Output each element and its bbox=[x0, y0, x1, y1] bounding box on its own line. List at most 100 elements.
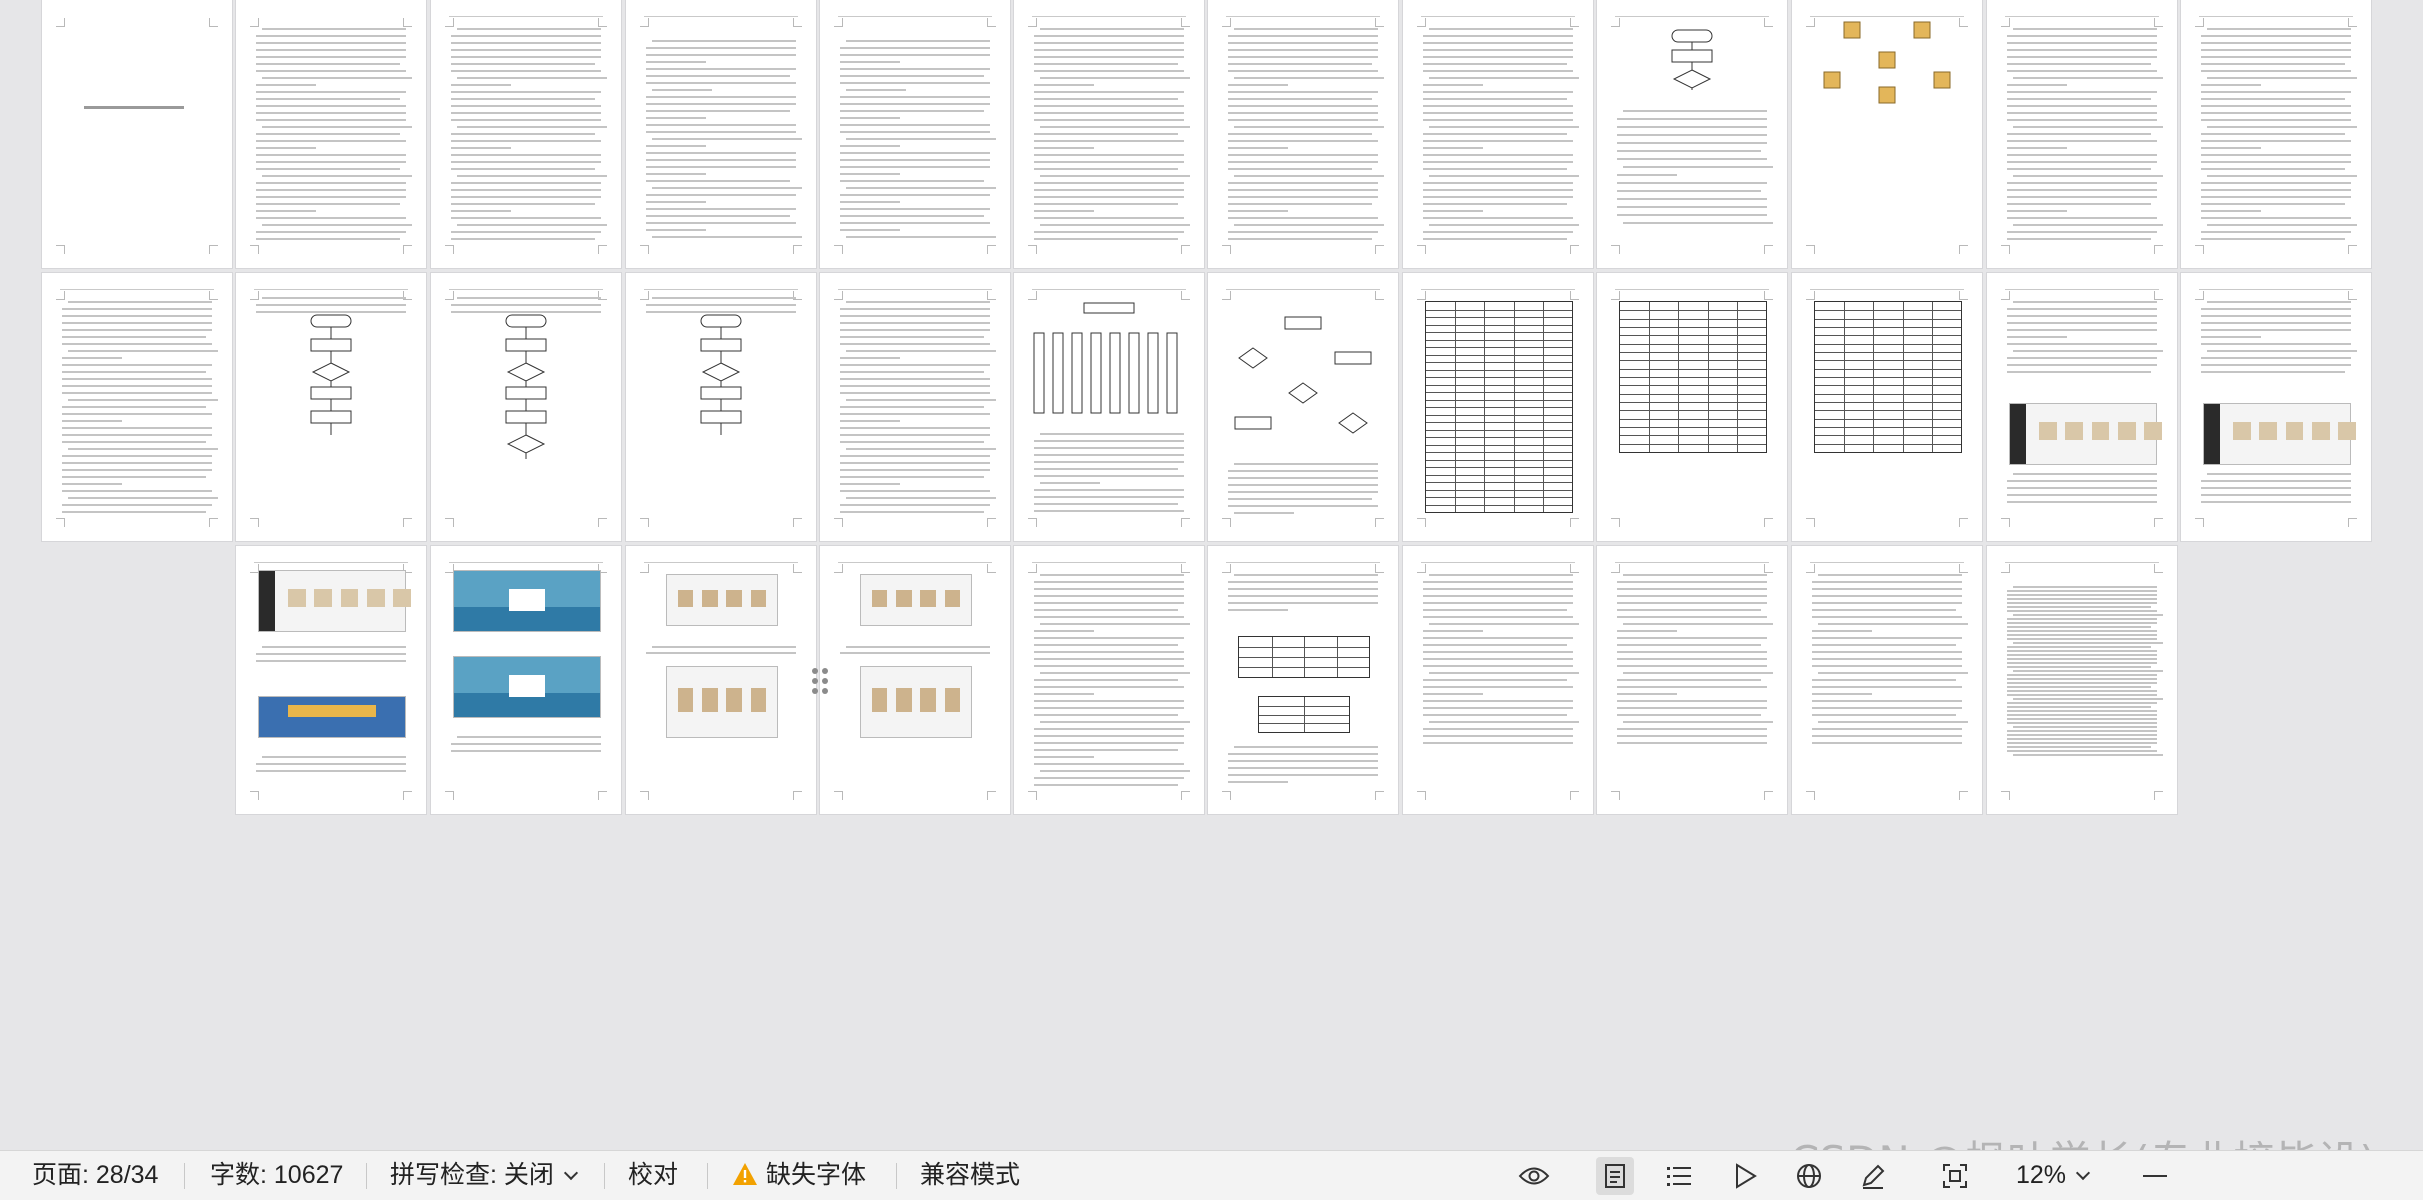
page-thumbnail[interactable] bbox=[431, 0, 621, 268]
page-corner-mark bbox=[987, 564, 996, 573]
text-line bbox=[1034, 119, 1184, 121]
page-thumbnail[interactable] bbox=[42, 273, 232, 541]
text-line bbox=[840, 131, 990, 133]
page-thumbnail[interactable] bbox=[626, 273, 816, 541]
text-line bbox=[646, 61, 706, 63]
page-thumbnail[interactable] bbox=[236, 273, 426, 541]
text-line bbox=[840, 68, 990, 70]
page-corner-mark bbox=[1570, 791, 1579, 800]
globe-icon[interactable] bbox=[1790, 1157, 1828, 1195]
pen-icon[interactable] bbox=[1854, 1157, 1892, 1195]
page-thumbnail[interactable] bbox=[1403, 0, 1593, 268]
text-line bbox=[2013, 726, 2157, 728]
page-thumbnail[interactable] bbox=[431, 546, 621, 814]
document-thumbnail-canvas[interactable] bbox=[0, 0, 2423, 1150]
text-line bbox=[1040, 433, 1184, 435]
text-line bbox=[1423, 182, 1573, 184]
page-corner-mark bbox=[209, 18, 218, 27]
text-line bbox=[840, 166, 990, 168]
text-line bbox=[457, 736, 601, 738]
text-line bbox=[451, 42, 601, 44]
page-thumbnail[interactable] bbox=[1792, 546, 1982, 814]
page-corner-mark bbox=[403, 791, 412, 800]
play-icon[interactable] bbox=[1726, 1157, 1764, 1195]
page-thumbnail[interactable] bbox=[1208, 546, 1398, 814]
page-thumbnail[interactable] bbox=[236, 0, 426, 268]
text-line bbox=[62, 315, 212, 317]
eye-icon[interactable] bbox=[1515, 1157, 1553, 1195]
page-thumbnail[interactable] bbox=[2181, 0, 2371, 268]
text-line bbox=[1034, 707, 1184, 709]
page-corner-mark bbox=[640, 791, 649, 800]
page-thumbnail[interactable] bbox=[1792, 273, 1982, 541]
text-line bbox=[68, 301, 212, 303]
zoom-out-icon[interactable] bbox=[2136, 1157, 2174, 1195]
text-line bbox=[1429, 623, 1579, 625]
text-line bbox=[1034, 637, 1184, 639]
figure-screenshot bbox=[2203, 403, 2356, 465]
text-line bbox=[256, 196, 406, 198]
page-thumbnail[interactable] bbox=[1597, 273, 1787, 541]
text-line bbox=[1423, 581, 1573, 583]
spell-check-toggle[interactable]: 拼写检查: 关闭 bbox=[390, 1151, 578, 1200]
figure-screenshot bbox=[860, 574, 972, 626]
outline-icon[interactable] bbox=[1660, 1157, 1698, 1195]
page-thumbnail[interactable] bbox=[236, 546, 426, 814]
page-thumbnail[interactable] bbox=[1987, 273, 2177, 541]
text-line bbox=[846, 187, 996, 189]
text-line bbox=[1034, 510, 1184, 512]
page-indicator[interactable]: 页面: 28/34 bbox=[32, 1151, 158, 1200]
page-thumbnail[interactable] bbox=[820, 273, 1010, 541]
page-thumbnail[interactable] bbox=[626, 546, 816, 814]
text-line bbox=[1228, 203, 1372, 205]
page-thumbnail[interactable] bbox=[1597, 546, 1787, 814]
page-corner-mark bbox=[987, 791, 996, 800]
page-corner-mark bbox=[2001, 791, 2010, 800]
word-count[interactable]: 字数: 10627 bbox=[210, 1151, 343, 1200]
page-thumbnail[interactable] bbox=[1403, 546, 1593, 814]
text-line bbox=[1812, 714, 1956, 716]
page-corner-mark bbox=[1028, 791, 1037, 800]
text-line bbox=[1034, 693, 1094, 695]
page-thumbnail[interactable] bbox=[1403, 273, 1593, 541]
warning-icon bbox=[733, 1163, 757, 1185]
text-line bbox=[1228, 56, 1378, 58]
text-line bbox=[1812, 651, 1962, 653]
page-thumbnail[interactable] bbox=[626, 0, 816, 268]
text-line bbox=[1423, 119, 1573, 121]
zoom-level-select[interactable]: 12% bbox=[2016, 1151, 2091, 1200]
page-thumbnail[interactable] bbox=[820, 0, 1010, 268]
page-thumbnail[interactable] bbox=[1014, 546, 1204, 814]
text-line bbox=[1034, 665, 1184, 667]
page-corner-mark bbox=[1375, 791, 1384, 800]
page-thumbnail[interactable] bbox=[1597, 0, 1787, 268]
text-line bbox=[1623, 672, 1773, 674]
missing-font-button[interactable]: 缺失字体 bbox=[732, 1151, 866, 1200]
proofread-button[interactable]: 校对 bbox=[628, 1151, 678, 1200]
page-thumbnail[interactable] bbox=[1208, 273, 1398, 541]
text-line bbox=[1812, 581, 1962, 583]
page-thumbnail[interactable] bbox=[1208, 0, 1398, 268]
page-view-icon[interactable] bbox=[1596, 1157, 1634, 1195]
page-corner-mark bbox=[445, 791, 454, 800]
page-thumbnail[interactable] bbox=[1987, 0, 2177, 268]
page-thumbnail[interactable] bbox=[1792, 0, 1982, 268]
drag-handle[interactable] bbox=[812, 668, 830, 696]
page-thumbnail[interactable] bbox=[1014, 273, 1204, 541]
module-tree-diagram bbox=[1033, 302, 1178, 414]
page-thumbnail[interactable] bbox=[2181, 273, 2371, 541]
text-line bbox=[2201, 364, 2351, 366]
text-line bbox=[1617, 190, 1761, 192]
fit-page-icon[interactable] bbox=[1936, 1157, 1974, 1195]
page-corner-mark bbox=[793, 564, 802, 573]
page-thumbnail[interactable] bbox=[820, 546, 1010, 814]
text-line bbox=[840, 82, 990, 84]
text-line bbox=[262, 77, 412, 79]
page-thumbnail[interactable] bbox=[1014, 0, 1204, 268]
text-line bbox=[840, 229, 900, 231]
page-corner-mark bbox=[640, 245, 649, 254]
page-thumbnail[interactable] bbox=[1987, 546, 2177, 814]
page-thumbnail[interactable] bbox=[431, 273, 621, 541]
page-thumbnail[interactable] bbox=[42, 0, 232, 268]
text-line bbox=[840, 427, 990, 429]
